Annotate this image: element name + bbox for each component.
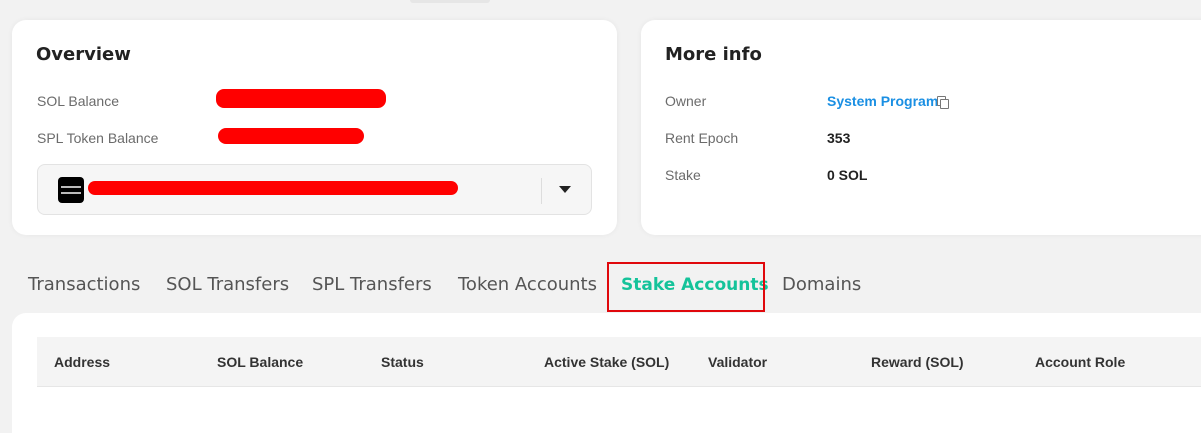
token-select-dropdown[interactable] [37,164,592,215]
tab-spl-transfers[interactable]: SPL Transfers [312,274,432,295]
stake-label: Stake [665,167,701,183]
column-header-reward: Reward (SOL) [871,354,964,370]
column-header-account-role: Account Role [1035,354,1126,370]
copy-icon[interactable] [937,96,949,109]
rent-epoch-value: 353 [827,130,851,146]
token-name-redaction [88,181,458,195]
owner-label: Owner [665,93,707,109]
column-header-status: Status [381,354,424,370]
stake-value: 0 SOL [827,167,868,183]
column-header-address: Address [54,354,111,370]
top-scroll-indicator [410,0,490,3]
tab-domains[interactable]: Domains [782,274,861,295]
tab-token-accounts[interactable]: Token Accounts [458,274,597,295]
sol-balance-label: SOL Balance [37,93,119,109]
overview-title: Overview [36,44,131,65]
overview-card: Overview SOL Balance SPL Token Balance [12,20,617,235]
column-header-active-stake: Active Stake (SOL) [544,354,670,370]
table-header-row: Address SOL Balance Status Active Stake … [37,337,1201,387]
spl-token-balance-label: SPL Token Balance [37,130,159,146]
column-header-validator: Validator [708,354,768,370]
sol-balance-redaction [216,89,386,108]
active-tab-highlight-box [607,262,765,312]
tab-sol-transfers[interactable]: SOL Transfers [166,274,289,295]
account-tabs: Transactions SOL Transfers SPL Transfers… [0,262,1201,312]
token-logo-icon [58,177,84,203]
tab-transactions[interactable]: Transactions [28,274,140,295]
chevron-down-icon[interactable] [559,186,571,193]
select-divider [541,178,542,204]
more-info-card: More info Owner System Program Rent Epoc… [641,20,1201,235]
more-info-title: More info [665,44,762,65]
stake-accounts-table: Address SOL Balance Status Active Stake … [12,313,1201,433]
column-header-sol-balance: SOL Balance [217,354,304,370]
rent-epoch-label: Rent Epoch [665,130,739,146]
owner-link[interactable]: System Program [827,93,938,109]
spl-token-balance-redaction [218,128,364,144]
